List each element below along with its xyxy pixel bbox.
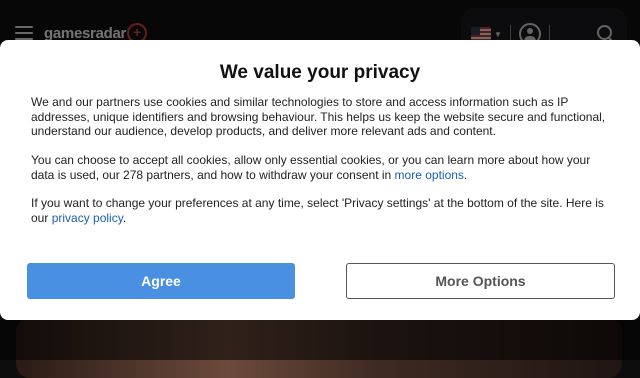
more-options-link[interactable]: more options [395, 168, 464, 182]
paragraph-2-end: . [463, 167, 468, 182]
paragraph-2-text: You can choose to accept all cookies, al… [31, 153, 591, 182]
paragraph-3-end: . [122, 210, 127, 225]
privacy-dialog: We value your privacy We and our partner… [0, 40, 640, 320]
agree-button[interactable]: Agree [27, 263, 295, 299]
more-options-button[interactable]: More Options [346, 263, 615, 299]
dialog-title: We value your privacy [219, 62, 421, 83]
privacy-policy-link[interactable]: privacy policy [52, 211, 123, 225]
privacy-paragraph-3: If you want to change your preferences a… [31, 196, 611, 225]
privacy-paragraph-2: You can choose to accept all cookies, al… [31, 153, 611, 182]
privacy-paragraph-1: We and our partners use cookies and simi… [31, 95, 611, 139]
paragraph-1-text: We and our partners use cookies and simi… [31, 95, 606, 138]
